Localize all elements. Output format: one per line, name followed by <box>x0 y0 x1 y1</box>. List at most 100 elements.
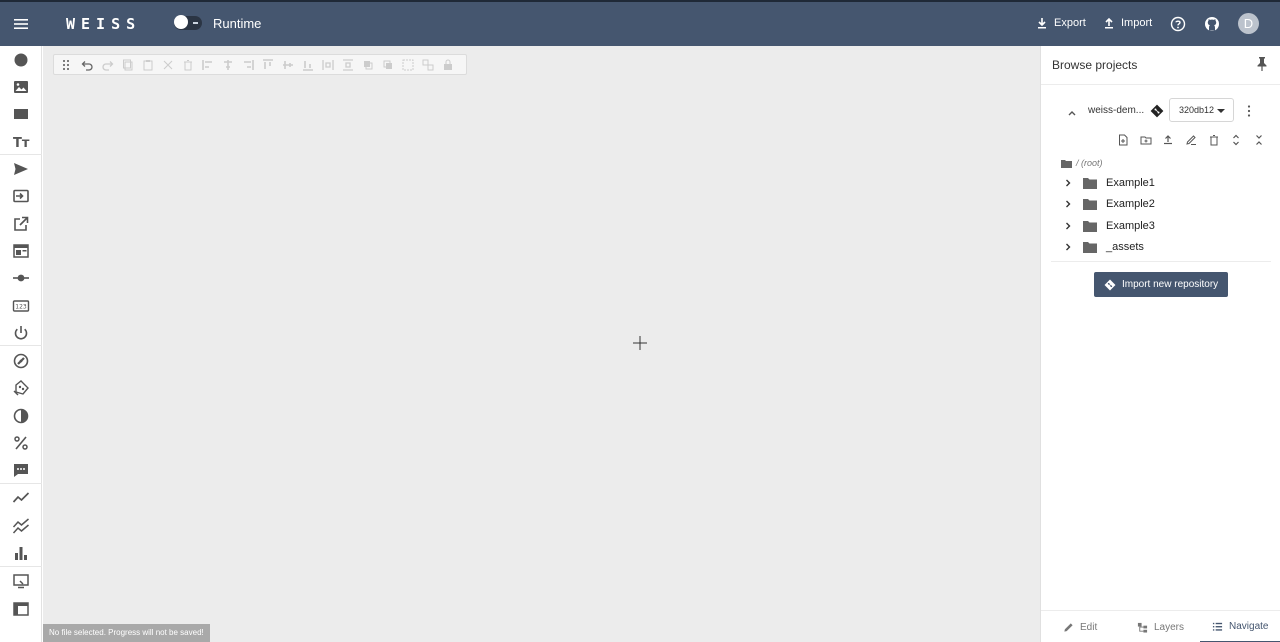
image-icon[interactable] <box>12 78 30 96</box>
copy-icon[interactable] <box>122 59 134 71</box>
svg-text:123: 123 <box>15 304 27 311</box>
palette-icon[interactable] <box>12 379 30 397</box>
message-icon[interactable] <box>12 461 30 479</box>
percent-icon[interactable] <box>12 434 30 452</box>
multi-line-chart-icon[interactable] <box>12 517 30 535</box>
cut-icon[interactable] <box>162 59 174 71</box>
circle-shape-icon[interactable] <box>12 51 30 69</box>
tree-item-label: Example3 <box>1106 219 1155 232</box>
paste-icon[interactable] <box>142 59 154 71</box>
new-folder-icon[interactable] <box>1140 134 1152 146</box>
commit-select[interactable]: 320db12 <box>1169 98 1234 122</box>
tree-item[interactable]: Example3 <box>1051 215 1271 236</box>
pencil-icon <box>1064 622 1073 632</box>
list-icon <box>1212 622 1223 631</box>
widget-sidebar: Tт 123 <box>0 46 42 642</box>
folder-icon <box>1083 198 1097 210</box>
align-middle-icon[interactable] <box>282 59 294 71</box>
file-actions <box>1041 134 1280 150</box>
help-icon[interactable] <box>1170 16 1186 32</box>
input-icon[interactable] <box>12 187 30 205</box>
root-folder[interactable]: / (root) <box>1061 158 1103 168</box>
menu-icon[interactable] <box>12 15 30 33</box>
app-header: WEISS Runtime Export Import D <box>0 0 1280 46</box>
folder-icon <box>1061 159 1072 168</box>
delete-file-icon[interactable] <box>1208 134 1220 146</box>
collapse-all-icon[interactable] <box>1253 134 1265 146</box>
import-button[interactable]: Import <box>1103 17 1152 29</box>
editor-canvas[interactable]: No file selected. Progress will not be s… <box>43 46 1040 642</box>
redo-icon[interactable] <box>102 59 114 71</box>
undo-icon[interactable] <box>81 59 93 71</box>
lock-icon[interactable] <box>442 59 454 71</box>
send-back-icon[interactable] <box>382 59 394 71</box>
screen-icon[interactable] <box>12 572 30 590</box>
chevron-right-icon <box>1066 200 1071 207</box>
github-icon[interactable] <box>1204 16 1220 32</box>
tab-label: Navigate <box>1229 620 1269 632</box>
app-logo: WEISS <box>66 15 142 33</box>
more-options-icon[interactable] <box>1247 104 1251 118</box>
upload-icon <box>1105 17 1113 29</box>
crosshair-cursor-icon <box>633 336 647 350</box>
panel-tabs: Edit Layers Navigate <box>1041 610 1280 642</box>
align-top-icon[interactable] <box>262 59 274 71</box>
repository-name[interactable]: weiss-dem... <box>1088 105 1144 116</box>
tree-item-label: Example2 <box>1106 197 1155 210</box>
rectangle-shape-icon[interactable] <box>12 105 30 123</box>
commit-value: 320db12 <box>1179 105 1215 115</box>
tab-edit[interactable]: Edit <box>1063 611 1097 642</box>
export-button[interactable]: Export <box>1036 17 1086 29</box>
drag-handle-icon[interactable] <box>60 59 72 71</box>
expand-all-icon[interactable] <box>1230 134 1242 146</box>
import-repository-button[interactable]: Import new repository <box>1094 272 1228 297</box>
line-chart-icon[interactable] <box>12 489 30 507</box>
upload-file-icon[interactable] <box>1162 134 1174 146</box>
tree-item[interactable]: Example1 <box>1051 172 1271 193</box>
chevron-right-icon <box>1066 179 1071 186</box>
projects-panel: Browse projects weiss-dem... 320db12 / (… <box>1040 46 1280 642</box>
bring-front-icon[interactable] <box>362 59 374 71</box>
ungroup-icon[interactable] <box>422 59 434 71</box>
numeric-field-icon[interactable]: 123 <box>12 297 30 315</box>
chevron-up-icon[interactable] <box>1066 107 1078 119</box>
delete-icon[interactable] <box>182 59 194 71</box>
tab-layers[interactable]: Layers <box>1137 611 1184 642</box>
distribute-horizontal-icon[interactable] <box>322 59 334 71</box>
text-icon[interactable]: Tт <box>12 133 30 151</box>
tree-item[interactable]: Example2 <box>1051 193 1271 214</box>
sidebar-divider <box>0 154 42 155</box>
tab-navigate[interactable]: Navigate <box>1200 611 1280 642</box>
repository-row: weiss-dem... 320db12 <box>1051 94 1271 132</box>
contrast-icon[interactable] <box>12 407 30 425</box>
chevron-right-icon <box>1066 222 1071 229</box>
root-label: / (root) <box>1076 158 1103 168</box>
new-file-icon[interactable] <box>1117 134 1129 146</box>
pin-icon[interactable] <box>1255 56 1269 72</box>
user-avatar[interactable]: D <box>1238 13 1259 34</box>
align-bottom-icon[interactable] <box>302 59 314 71</box>
group-icon[interactable] <box>402 59 414 71</box>
slider-icon[interactable] <box>12 269 30 287</box>
folder-icon <box>1083 177 1097 189</box>
tree-item[interactable]: _assets <box>1051 236 1271 257</box>
export-label: Export <box>1054 17 1086 29</box>
align-center-icon[interactable] <box>222 59 234 71</box>
svg-text:Tт: Tт <box>13 136 30 151</box>
rename-icon[interactable] <box>1185 134 1197 146</box>
download-icon <box>1038 18 1046 29</box>
layers-icon <box>1137 622 1148 633</box>
power-icon[interactable] <box>12 324 30 342</box>
panel-divider <box>1051 261 1271 262</box>
runtime-toggle[interactable] <box>174 15 202 30</box>
align-right-icon[interactable] <box>242 59 254 71</box>
send-icon[interactable] <box>12 160 30 178</box>
distribute-vertical-icon[interactable] <box>342 59 354 71</box>
open-link-icon[interactable] <box>12 215 30 233</box>
align-left-icon[interactable] <box>202 59 214 71</box>
window-icon[interactable] <box>12 600 30 618</box>
bar-chart-icon[interactable] <box>12 544 30 562</box>
tree-item-label: _assets <box>1106 240 1144 253</box>
dashboard-widget-icon[interactable] <box>12 242 30 260</box>
gauge-icon[interactable] <box>12 352 30 370</box>
